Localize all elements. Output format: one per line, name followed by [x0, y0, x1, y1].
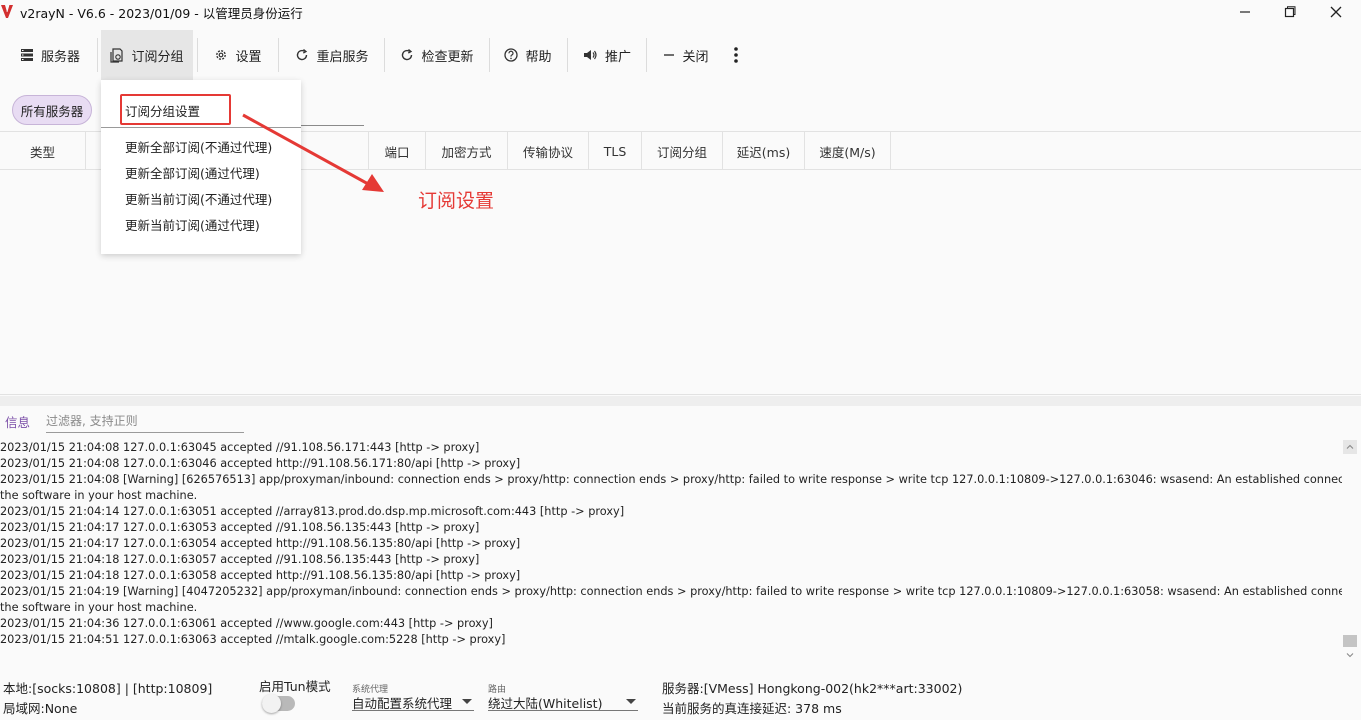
toolbar-settings-button[interactable]: 设置: [203, 30, 273, 80]
restart-icon: [297, 48, 308, 61]
gear-icon: [216, 50, 227, 60]
toolbar-separator: [278, 38, 279, 72]
annotation-label: 订阅设置: [418, 190, 495, 212]
chevron-down-icon: [462, 699, 472, 704]
log-line: 2023/01/15 21:04:18 127.0.0.1:63058 acce…: [0, 569, 521, 582]
routing-value: 绕过大陆(Whitelist): [488, 696, 603, 711]
toolbar-servers-label: 服务器: [40, 49, 80, 65]
log-line: 2023/01/15 21:04:36 127.0.0.1:63061 acce…: [0, 617, 493, 630]
tun-mode-toggle[interactable]: [262, 694, 295, 713]
column-header-security[interactable]: 加密方式: [426, 132, 508, 170]
toolbar-promote-button[interactable]: 推广: [572, 30, 642, 80]
annotation-highlight-box: [120, 94, 231, 125]
menu-item-update-all-direct[interactable]: 更新全部订阅(不通过代理): [125, 137, 272, 156]
log-line: 2023/01/15 21:04:08 127.0.0.1:63046 acce…: [0, 457, 521, 470]
lan-text: 局域网:None: [3, 701, 78, 716]
toolbar-help-button[interactable]: 帮助: [494, 30, 562, 80]
server-icon: [20, 49, 33, 61]
menu-item-update-current-proxy[interactable]: 更新当前订阅(通过代理): [125, 215, 260, 234]
log-tab-info[interactable]: 信息: [5, 412, 30, 431]
menu-item-update-all-proxy[interactable]: 更新全部订阅(通过代理): [125, 163, 260, 182]
toolbar-subscription-label: 订阅分组: [131, 49, 184, 65]
local-ports-text: 本地:[socks:10808] | [http:10809]: [3, 681, 213, 696]
log-scrollbar[interactable]: [1342, 440, 1358, 662]
system-proxy-select[interactable]: 自动配置系统代理: [352, 689, 474, 711]
column-header-type[interactable]: 类型: [0, 132, 86, 170]
v2rayn-logo-icon: [1, 4, 13, 18]
group-chip-all-servers[interactable]: 所有服务器: [12, 95, 92, 125]
log-line: 2023/01/15 21:04:18 127.0.0.1:63057 acce…: [0, 553, 480, 566]
log-line: the software in your host machine.: [0, 489, 198, 502]
minus-icon: [664, 54, 675, 56]
log-output[interactable]: 2023/01/15 21:04:08 127.0.0.1:63045 acce…: [0, 440, 1342, 652]
menu-item-update-current-direct[interactable]: 更新当前订阅(不通过代理): [125, 189, 272, 208]
subscription-menu: 订阅分组设置 更新全部订阅(不通过代理) 更新全部订阅(通过代理) 更新当前订阅…: [101, 80, 301, 254]
scroll-up-button[interactable]: [1343, 440, 1357, 454]
maximize-button[interactable]: [1267, 0, 1313, 24]
latency-text: 当前服务的真连接延迟: 378 ms: [662, 701, 842, 716]
toolbar-close-button[interactable]: 关闭: [652, 30, 720, 80]
toggle-knob: [262, 694, 281, 713]
update-icon: [402, 48, 413, 61]
log-line: 2023/01/15 21:04:19 [Warning] [404720523…: [0, 585, 1342, 598]
title-bar: v2rayN - V6.6 - 2023/01/09 - 以管理员身份运行: [0, 0, 1361, 24]
toolbar-subscription-button[interactable]: 订阅分组: [101, 30, 193, 80]
panel-splitter[interactable]: [0, 396, 1361, 406]
log-line: 2023/01/15 21:04:08 [Warning] [626576513…: [0, 473, 1342, 486]
toolbar-help-label: 帮助: [525, 49, 552, 65]
chevron-up-icon: [1346, 444, 1354, 449]
toolbar-servers-button[interactable]: 服务器: [6, 30, 94, 80]
log-line: 2023/01/15 21:04:14 127.0.0.1:63051 acce…: [0, 505, 625, 518]
help-icon: [504, 48, 519, 62]
log-line: 2023/01/15 21:04:17 127.0.0.1:63054 acce…: [0, 537, 521, 550]
column-header-subscription[interactable]: 订阅分组: [642, 132, 723, 170]
chevron-down-icon: [626, 699, 636, 704]
toolbar-separator: [567, 38, 568, 72]
system-proxy-value: 自动配置系统代理: [352, 696, 453, 711]
close-icon: [1330, 6, 1342, 18]
toolbar-check-update-button[interactable]: 检查更新: [388, 30, 486, 80]
group-tab-underline: [300, 125, 364, 126]
column-header-tls[interactable]: TLS: [589, 132, 642, 170]
main-toolbar: 服务器 订阅分组 设置 重启服务 检查更新 帮助 推广 关闭: [0, 30, 1361, 80]
minimize-icon: [1240, 11, 1250, 13]
subscription-icon: [110, 47, 124, 63]
speaker-icon: [583, 50, 597, 60]
menu-divider: [101, 127, 301, 128]
scroll-down-button[interactable]: [1343, 648, 1357, 662]
log-line: 2023/01/15 21:04:17 127.0.0.1:63053 acce…: [0, 521, 480, 534]
status-bar: 本地:[socks:10808] | [http:10809] 局域网:None…: [0, 672, 1361, 720]
close-window-button[interactable]: [1313, 0, 1359, 24]
log-line: the software in your host machine.: [0, 601, 198, 614]
more-vertical-icon: [734, 47, 738, 63]
chevron-down-icon: [1346, 653, 1354, 658]
column-header-port[interactable]: 端口: [369, 132, 426, 170]
toolbar-separator: [197, 38, 198, 72]
toolbar-close-label: 关闭: [682, 49, 709, 65]
toolbar-promote-label: 推广: [604, 49, 631, 65]
scroll-thumb[interactable]: [1343, 635, 1357, 647]
log-filter-input[interactable]: 过滤器, 支持正则: [46, 412, 244, 433]
toolbar-separator: [384, 38, 385, 72]
column-header-speed[interactable]: 速度(M/s): [805, 132, 891, 170]
toolbar-check-update-label: 检查更新: [421, 49, 474, 65]
current-server-text: 服务器:[VMess] Hongkong-002(hk2***art:33002…: [662, 681, 963, 696]
toolbar-more-button[interactable]: [722, 30, 750, 80]
toolbar-separator: [489, 38, 490, 72]
column-header-delay[interactable]: 延迟(ms): [723, 132, 805, 170]
tun-mode-label: 启用Tun模式: [259, 679, 331, 694]
log-line: 2023/01/15 21:04:51 127.0.0.1:63063 acce…: [0, 633, 506, 646]
toolbar-restart-label: 重启服务: [316, 49, 369, 65]
toolbar-separator: [646, 38, 647, 72]
toolbar-settings-label: 设置: [235, 49, 262, 65]
toolbar-separator: [97, 38, 98, 72]
routing-select[interactable]: 绕过大陆(Whitelist): [488, 689, 638, 711]
group-chip-label: 所有服务器: [20, 103, 84, 119]
column-header-network[interactable]: 传输协议: [508, 132, 589, 170]
window-title: v2rayN - V6.6 - 2023/01/09 - 以管理员身份运行: [20, 6, 303, 21]
restore-window-icon: [1284, 6, 1296, 18]
minimize-button[interactable]: [1222, 0, 1268, 24]
log-line: 2023/01/15 21:04:08 127.0.0.1:63045 acce…: [0, 441, 480, 454]
toolbar-restart-button[interactable]: 重启服务: [283, 30, 381, 80]
